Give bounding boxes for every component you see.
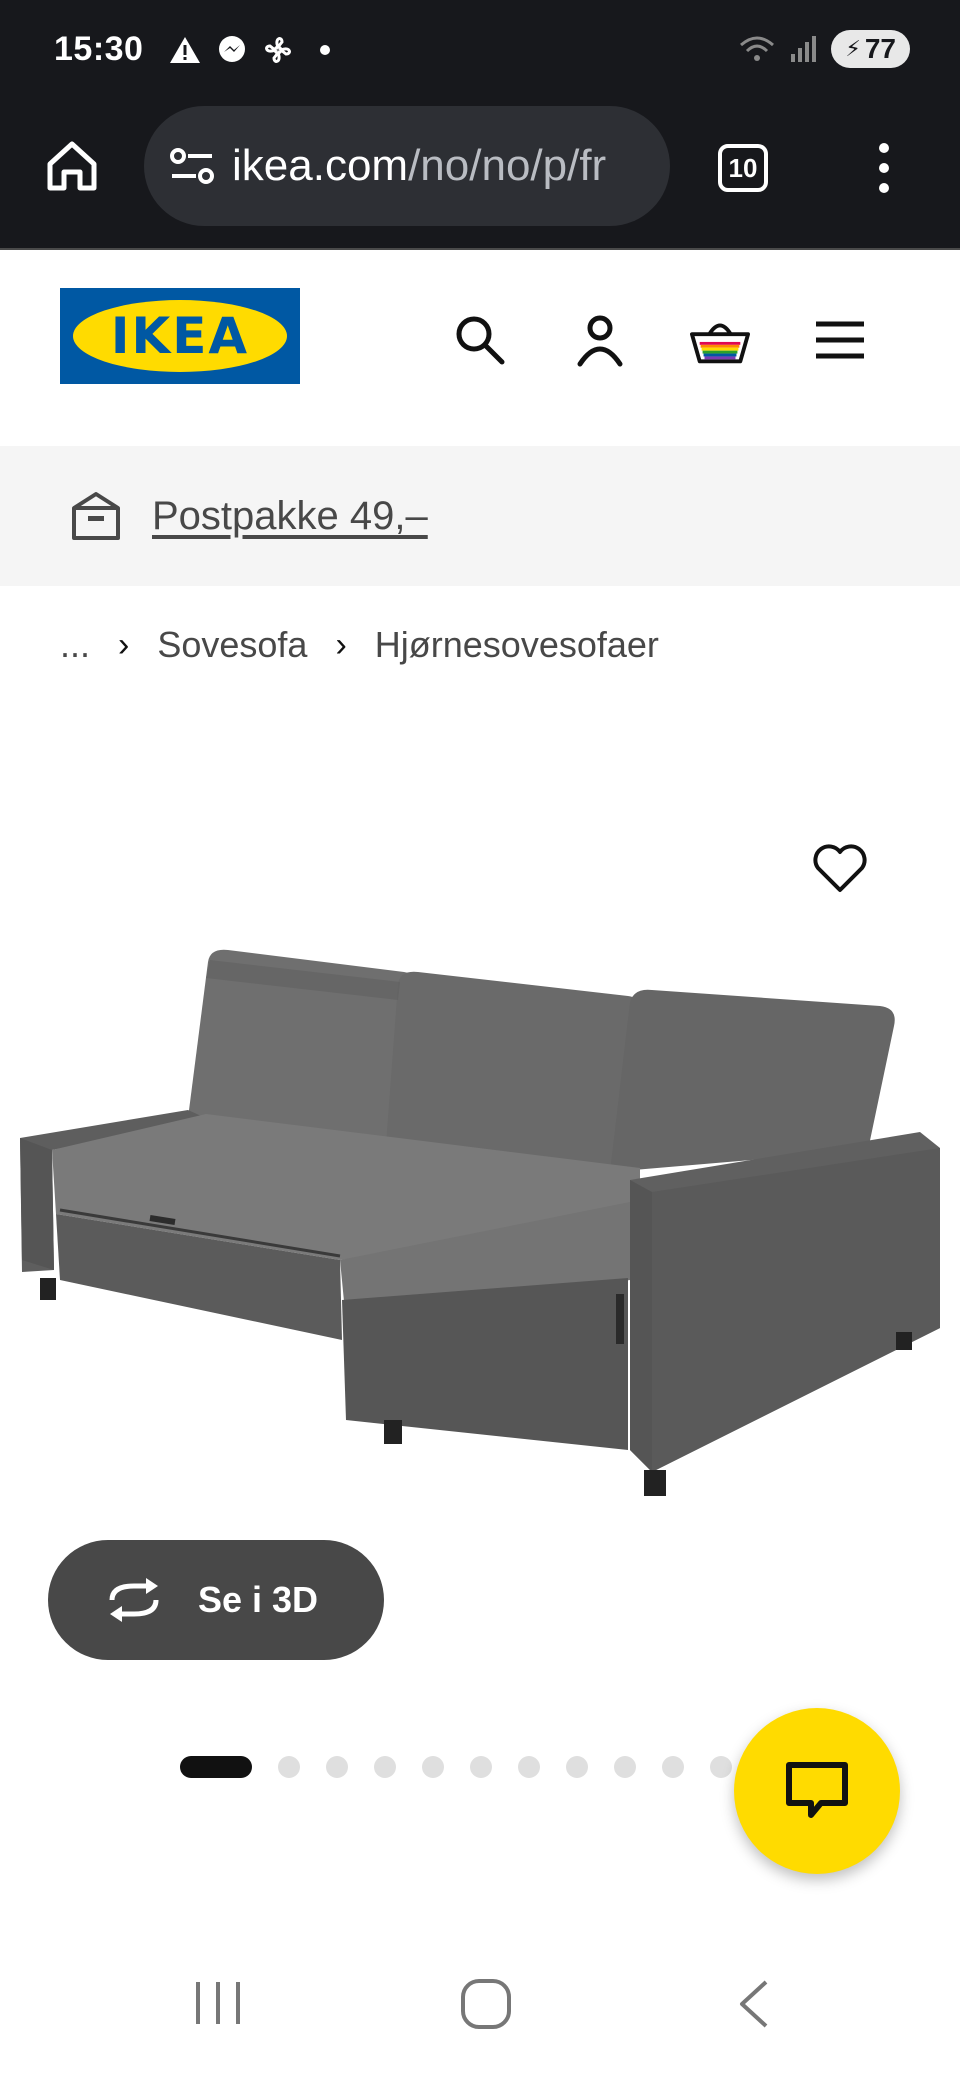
status-bar: 15:30 ⚡ 77: [0, 0, 960, 102]
fan-icon: [265, 37, 291, 63]
recent-apps-icon[interactable]: [190, 1978, 246, 2028]
shipping-promo[interactable]: Postpakke 49,–: [0, 446, 960, 586]
breadcrumb-sovesofa[interactable]: Sovesofa: [157, 624, 307, 666]
battery-level: 77: [864, 33, 896, 64]
chat-icon: [786, 1762, 848, 1818]
address-bar[interactable]: ikea.com/no/no/p/fr: [144, 106, 670, 226]
carousel-dot[interactable]: [422, 1756, 444, 1778]
warning-icon: [170, 37, 200, 63]
site-settings-icon[interactable]: [168, 146, 216, 186]
image-carousel-indicator[interactable]: [180, 1756, 780, 1778]
url-text[interactable]: ikea.com/no/no/p/fr: [232, 141, 606, 191]
carousel-dot[interactable]: [470, 1756, 492, 1778]
rotate-3d-icon: [109, 1578, 159, 1622]
see-in-3d-button[interactable]: Se i 3D: [48, 1540, 384, 1660]
tab-switcher-button[interactable]: 10: [718, 144, 768, 192]
carousel-dot[interactable]: [662, 1756, 684, 1778]
menu-icon[interactable]: [810, 310, 870, 370]
status-notifications: [168, 34, 330, 66]
carousel-dot[interactable]: [614, 1756, 636, 1778]
site-header: IKEA: [0, 250, 960, 446]
chevron-right-icon: ›: [335, 625, 347, 664]
carousel-dot[interactable]: [518, 1756, 540, 1778]
dot-icon: [320, 45, 330, 55]
see-in-3d-label: Se i 3D: [198, 1579, 319, 1620]
carousel-dot[interactable]: [566, 1756, 588, 1778]
carousel-dot[interactable]: [180, 1756, 252, 1778]
system-navigation-bar: [0, 1936, 960, 2080]
breadcrumb: ... › Sovesofa › Hjørnesovesofaer: [60, 624, 659, 666]
search-icon[interactable]: [450, 310, 510, 370]
product-image-area[interactable]: [0, 700, 960, 1540]
carousel-dot[interactable]: [710, 1756, 732, 1778]
breadcrumb-ellipsis[interactable]: ...: [60, 624, 90, 666]
wifi-icon: [740, 36, 775, 61]
carousel-dot[interactable]: [278, 1756, 300, 1778]
home-nav-icon[interactable]: [460, 1978, 512, 2030]
url-path: /no/no/p/fr: [408, 141, 607, 190]
ikea-logo[interactable]: IKEA: [60, 288, 300, 384]
carousel-dot[interactable]: [326, 1756, 348, 1778]
logo-text: IKEA: [73, 300, 287, 372]
status-time: 15:30: [54, 30, 144, 68]
account-icon[interactable]: [570, 310, 630, 370]
cart-icon[interactable]: [690, 310, 750, 370]
carousel-dot[interactable]: [374, 1756, 396, 1778]
chevron-right-icon: ›: [118, 625, 130, 664]
chat-button[interactable]: [734, 1708, 900, 1874]
more-options-icon[interactable]: [872, 138, 896, 198]
battery-icon: ⚡ 77: [831, 30, 910, 68]
home-icon[interactable]: [44, 138, 100, 194]
package-icon: [72, 492, 120, 540]
back-icon[interactable]: [736, 1978, 772, 2030]
status-system: ⚡ 77: [737, 30, 910, 68]
messenger-icon: [219, 36, 245, 62]
promo-link[interactable]: Postpakke 49,–: [152, 494, 428, 539]
signal-icon: [791, 36, 817, 62]
url-host: ikea.com: [232, 141, 409, 190]
sofa-image: [20, 949, 940, 1496]
breadcrumb-hjornesovesofaer[interactable]: Hjørnesovesofaer: [375, 624, 659, 666]
browser-toolbar: ikea.com/no/no/p/fr 10: [0, 102, 960, 250]
